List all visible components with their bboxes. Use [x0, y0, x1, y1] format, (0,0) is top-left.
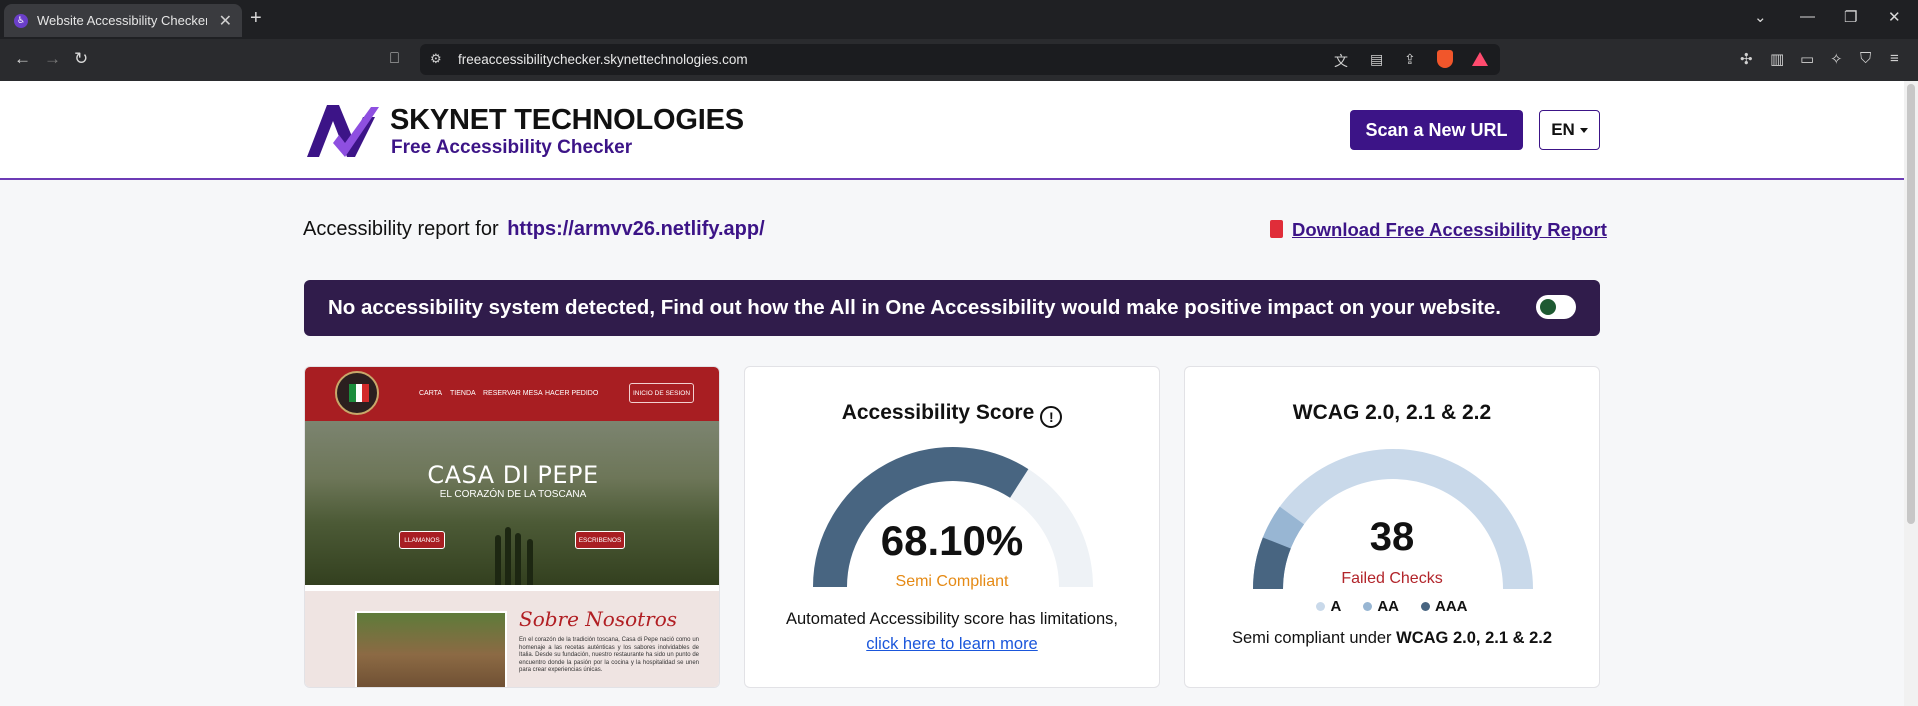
site-header: SKYNET TECHNOLOGIES Free Accessibility C…	[0, 81, 1904, 180]
browser-toolbar: ← → ↻ ⎕ ⚙ freeaccessibilitychecker.skyne…	[0, 39, 1918, 81]
scan-new-url-button[interactable]: Scan a New URL	[1350, 110, 1523, 150]
leo-ai-icon[interactable]: ✧	[1830, 50, 1843, 68]
accessibility-toggle[interactable]	[1536, 295, 1576, 319]
language-label: EN	[1551, 120, 1575, 139]
legend-dot	[1316, 602, 1326, 611]
accessibility-score-card: Accessibility Score! 68.10% Semi Complia…	[744, 366, 1160, 688]
report-prefix: Accessibility report for	[303, 218, 499, 240]
close-window-icon[interactable]: ✕	[1888, 8, 1901, 26]
accessibility-favicon-icon: ♿	[14, 13, 28, 28]
wcag-card: WCAG 2.0, 2.1 & 2.2 38 Failed Checks A A…	[1184, 366, 1600, 688]
wcag-summary-prefix: Semi compliant under	[1231, 629, 1392, 647]
brave-shields-icon[interactable]	[1437, 50, 1453, 68]
legend-aaa: AAA	[1421, 598, 1468, 615]
reload-icon[interactable]: ↻	[74, 49, 88, 69]
browser-tab-bar: ♿ Website Accessibility Checker - ✕ + ⌄ …	[0, 0, 1918, 39]
legend-aa: AA	[1363, 598, 1399, 615]
learn-more-link[interactable]: click here to learn more	[745, 635, 1159, 654]
vpn-icon[interactable]: ⛉	[1860, 50, 1871, 67]
translate-icon[interactable]: 文	[1334, 51, 1348, 71]
preview-tree	[515, 533, 521, 585]
website-preview-card: CARTA TIENDA RESERVAR MESA HACER PEDIDO …	[304, 366, 720, 688]
back-icon[interactable]: ←	[14, 49, 31, 69]
brave-rewards-icon[interactable]	[1472, 52, 1488, 66]
italian-flag-icon	[349, 384, 370, 402]
tab-list-chevron-icon[interactable]: ⌄	[1754, 8, 1767, 26]
preview-hero-subtitle: EL CORAZÓN DE LA TOSCANA	[439, 489, 587, 500]
menu-icon[interactable]: ≡	[1890, 50, 1899, 67]
report-heading: Accessibility report for https://armvv26…	[303, 218, 765, 241]
language-dropdown[interactable]: EN	[1539, 110, 1600, 150]
sidebar-icon[interactable]: ▥	[1770, 50, 1784, 68]
forward-icon[interactable]: →	[44, 49, 61, 69]
failed-checks-count: 38	[1369, 515, 1415, 559]
skynet-logo-icon[interactable]	[303, 99, 383, 161]
preview-hero-title: CASA DI PEPE	[427, 461, 599, 489]
preview-about-section: Sobre Nosotros En el corazón de la tradi…	[305, 591, 719, 687]
close-tab-icon[interactable]: ✕	[219, 11, 232, 31]
site-info-icon[interactable]: ⚙	[430, 51, 442, 67]
preview-tree	[495, 535, 501, 585]
preview-tree	[527, 539, 533, 585]
tab-title: Website Accessibility Checker -	[37, 13, 207, 28]
preview-about-image	[355, 611, 507, 687]
failed-checks-label: Failed Checks	[1341, 570, 1443, 587]
preview-call-button: LLAMANOS	[399, 531, 445, 549]
extensions-icon[interactable]: ✣	[1740, 50, 1753, 68]
legend-dot	[1421, 602, 1430, 611]
preview-hero: CASA DI PEPE EL CORAZÓN DE LA TOSCANA LL…	[305, 421, 719, 585]
preview-about-text: En el corazón de la tradición toscana, C…	[519, 637, 699, 673]
legend-label: AAA	[1435, 598, 1468, 615]
report-url-link[interactable]: https://armvv26.netlify.app/	[507, 218, 764, 240]
minimize-icon[interactable]: —	[1800, 8, 1815, 25]
banner-text: No accessibility system detected, Find o…	[328, 296, 1501, 319]
address-bar[interactable]: ⚙ freeaccessibilitychecker.skynettechnol…	[420, 44, 1500, 75]
score-limitations-note: Automated Accessibility score has limita…	[786, 610, 1118, 628]
brand-tagline: Free Accessibility Checker	[391, 137, 633, 158]
pdf-icon[interactable]	[1270, 220, 1283, 238]
score-status: Semi Compliant	[895, 573, 1009, 590]
preview-nav: CARTA TIENDA RESERVAR MESA HACER PEDIDO …	[305, 367, 719, 421]
legend-a: A	[1316, 598, 1341, 615]
preview-login-button: INICIO DE SESION	[629, 383, 694, 403]
wcag-legend: A AA AAA	[1185, 598, 1599, 615]
wcag-compliance-summary: Semi compliant under WCAG 2.0, 2.1 & 2.2	[1185, 629, 1599, 648]
brand-name[interactable]: SKYNET TECHNOLOGIES	[390, 104, 744, 137]
toggle-knob	[1540, 299, 1556, 315]
score-value: 68.10%	[880, 517, 1024, 564]
wallet-icon[interactable]: ▭	[1800, 50, 1814, 68]
caret-down-icon	[1579, 127, 1588, 133]
legend-label: A	[1330, 598, 1342, 615]
download-report-link[interactable]: Download Free Accessibility Report	[1292, 219, 1607, 241]
browser-tab[interactable]: ♿ Website Accessibility Checker - ✕	[4, 4, 242, 37]
preview-about-title: Sobre Nosotros	[519, 607, 678, 631]
url-text[interactable]: freeaccessibilitychecker.skynettechnolog…	[458, 52, 748, 67]
no-accessibility-banner: No accessibility system detected, Find o…	[304, 280, 1600, 336]
preview-nav-item: RESERVAR MESA	[483, 390, 543, 397]
legend-label: AA	[1377, 598, 1399, 615]
preview-nav-item: CARTA	[419, 390, 443, 397]
share-icon[interactable]: ⇪	[1404, 51, 1416, 68]
preview-nav-item: TIENDA	[450, 390, 476, 397]
preview-tree	[505, 527, 511, 585]
preview-logo	[335, 371, 379, 415]
new-tab-icon[interactable]: +	[250, 8, 262, 28]
bookmark-icon[interactable]: ⎕	[390, 49, 399, 69]
legend-dot	[1363, 602, 1373, 611]
reader-mode-icon[interactable]: ▤	[1370, 51, 1383, 68]
preview-write-button: ESCRIBENOS	[575, 531, 625, 549]
restore-icon[interactable]: ❐	[1844, 8, 1857, 26]
wcag-summary-standard: WCAG 2.0, 2.1 & 2.2	[1396, 629, 1553, 647]
scrollbar-thumb[interactable]	[1907, 84, 1915, 524]
preview-nav-item: HACER PEDIDO	[545, 390, 599, 397]
